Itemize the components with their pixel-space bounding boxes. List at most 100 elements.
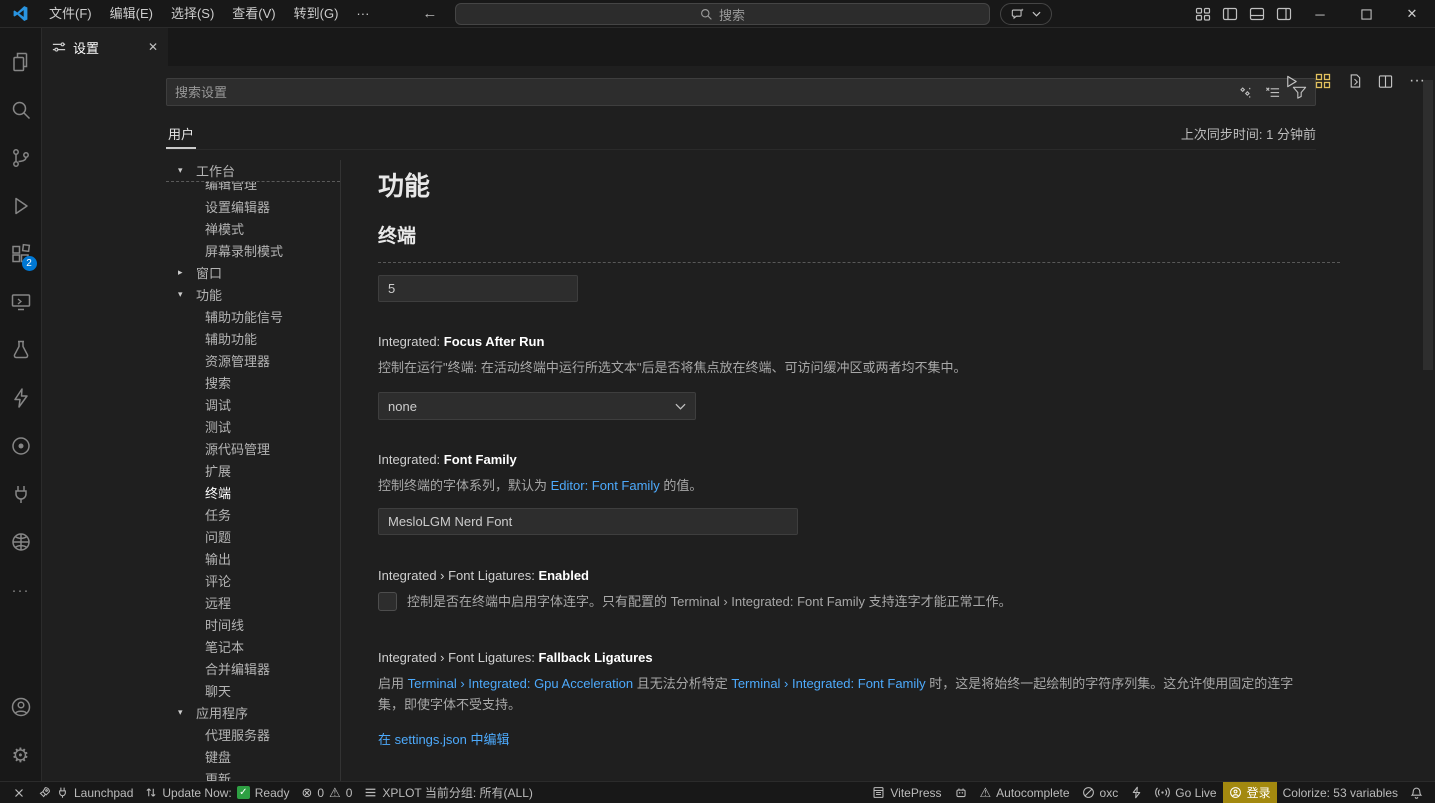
back-icon[interactable]: ← [422,5,437,22]
toc-item[interactable]: 代理服务器 [166,723,340,745]
split-editor-icon[interactable] [1378,74,1393,89]
menu-item[interactable]: 文件(F) [40,0,101,28]
sidebar-item-more[interactable]: ··· [0,566,42,614]
run-debug-icon [9,194,33,218]
focus-after-run-select[interactable]: none [378,392,696,420]
toc-item[interactable]: 笔记本 [166,635,340,657]
toc-item[interactable]: 时间线 [166,613,340,635]
toc-item[interactable]: 聊天 [166,679,340,701]
edit-in-settings-json-link[interactable]: 在 settings.json 中编辑 [378,729,510,748]
vscode-logo-icon [0,5,40,22]
close-tab-icon[interactable]: ✕ [148,40,158,54]
suggest-filters-icon[interactable] [1238,85,1253,100]
toc-item[interactable]: ▾ 功能 [166,283,340,305]
lightning-icon [1130,786,1143,799]
problems-item[interactable]: ⊗ 0 ⚠ 0 [295,782,358,803]
toc-item[interactable]: ▾ 工作台 [166,160,340,182]
font-family-input[interactable] [378,508,798,535]
remote-indicator[interactable] [6,782,32,803]
sidebar-item-extension-globe[interactable] [0,518,42,566]
filter-modified-icon[interactable] [1265,85,1280,100]
close-window-button[interactable]: ✕ [1389,0,1435,28]
lightning-item[interactable] [1124,782,1149,803]
toc-item[interactable]: 资源管理器 [166,349,340,371]
minimize-button[interactable]: ─ [1297,0,1343,28]
sidebar-item-run-debug[interactable] [0,182,42,230]
run-icon[interactable] [1284,74,1299,89]
toggle-secondary-sidebar-icon[interactable] [1276,6,1292,22]
toc-item[interactable]: ▸ 窗口 [166,261,340,283]
toc-item[interactable]: 屏幕录制模式 [166,239,340,261]
sidebar-item-source-control[interactable] [0,134,42,182]
toc-item[interactable]: 更新 [166,767,340,781]
toc-item[interactable]: 测试 [166,415,340,437]
tree-arrow-icon: ▾ [178,165,196,176]
toc-item[interactable]: 编辑管理 [166,182,340,195]
settings-search-input[interactable] [167,85,1238,100]
toc-item[interactable]: 扩展 [166,459,340,481]
sidebar-item-testing[interactable] [0,326,42,374]
menu-item[interactable]: 查看(V) [223,0,284,28]
more-actions-icon[interactable]: ··· [1409,72,1425,90]
xplot-group-item[interactable]: XPLOT 当前分组: 所有(ALL) [358,782,538,803]
oxc-item[interactable]: oxc [1076,782,1125,803]
toc-item[interactable]: 设置编辑器 [166,195,340,217]
notifications-item[interactable] [1404,782,1429,803]
manage-button[interactable]: ⚙ [0,731,42,779]
extensions-badge: 2 [22,256,37,271]
customize-layout-icon[interactable] [1195,6,1211,22]
sidebar-item-explorer[interactable] [0,38,42,86]
toc-splitter[interactable] [340,160,341,781]
tree-arrow-icon: ▸ [178,267,196,278]
scrollback-input[interactable] [378,275,578,302]
toc-item[interactable]: 禅模式 [166,217,340,239]
menu-bar: 文件(F)编辑(E)选择(S)查看(V)转到(G)··· [40,0,378,28]
vitepress-item[interactable]: VitePress [866,782,947,803]
toc-item[interactable]: 调试 [166,393,340,415]
copilot-menu-button[interactable] [1000,3,1052,25]
toc-item[interactable]: 源代码管理 [166,437,340,459]
autocomplete-item[interactable]: ⚠ Autocomplete [974,782,1076,803]
chevron-down-icon [1032,11,1041,17]
login-item[interactable]: 登录 [1223,782,1277,803]
toc-item[interactable]: 搜索 [166,371,340,393]
modified-settings-icon[interactable] [1315,73,1331,89]
toggle-primary-sidebar-icon[interactable] [1222,6,1238,22]
menu-item[interactable]: 转到(G) [285,0,348,28]
tab-user-scope[interactable]: 用户 [166,118,196,149]
maximize-button[interactable] [1343,0,1389,28]
toggle-panel-icon[interactable] [1249,6,1265,22]
tab-settings[interactable]: 设置 ✕ [42,28,168,66]
menu-item[interactable]: 编辑(E) [101,0,162,28]
toc-item[interactable]: 远程 [166,591,340,613]
open-settings-json-icon[interactable] [1347,73,1362,89]
launchpad-item[interactable]: Launchpad [32,782,139,803]
toc-item[interactable]: 问题 [166,525,340,547]
toc-item[interactable]: 辅助功能 [166,327,340,349]
toc-item[interactable]: 键盘 [166,745,340,767]
toc-item[interactable]: 任务 [166,503,340,525]
menu-item[interactable]: 选择(S) [162,0,223,28]
toc-item[interactable]: 评论 [166,569,340,591]
robot-item[interactable] [948,782,974,803]
ligatures-enabled-checkbox[interactable] [378,592,397,611]
sidebar-item-remote-explorer[interactable] [0,278,42,326]
last-sync-label: 上次同步时间: 1 分钟前 [1181,124,1316,143]
command-center-search[interactable]: 搜索 [455,3,990,25]
sidebar-item-extension-plug[interactable] [0,470,42,518]
toc-item[interactable]: 输出 [166,547,340,569]
update-now-item[interactable]: Update Now: ✓ Ready [139,782,295,803]
account-button[interactable] [0,683,42,731]
menu-item[interactable]: ··· [347,0,378,28]
sidebar-item-extensions[interactable]: 2 [0,230,42,278]
sidebar-item-extension-lightning[interactable] [0,374,42,422]
toc-item[interactable]: ▾ 应用程序 [166,701,340,723]
go-live-item[interactable]: Go Live [1149,782,1222,803]
sidebar-item-search[interactable] [0,86,42,134]
vertical-scrollbar[interactable] [1423,80,1433,370]
toc-item[interactable]: 合并编辑器 [166,657,340,679]
toc-item[interactable]: 终端 [166,481,340,503]
sidebar-item-extension-circle[interactable] [0,422,42,470]
toc-item[interactable]: 辅助功能信号 [166,305,340,327]
colorize-item[interactable]: Colorize: 53 variables [1277,782,1404,803]
